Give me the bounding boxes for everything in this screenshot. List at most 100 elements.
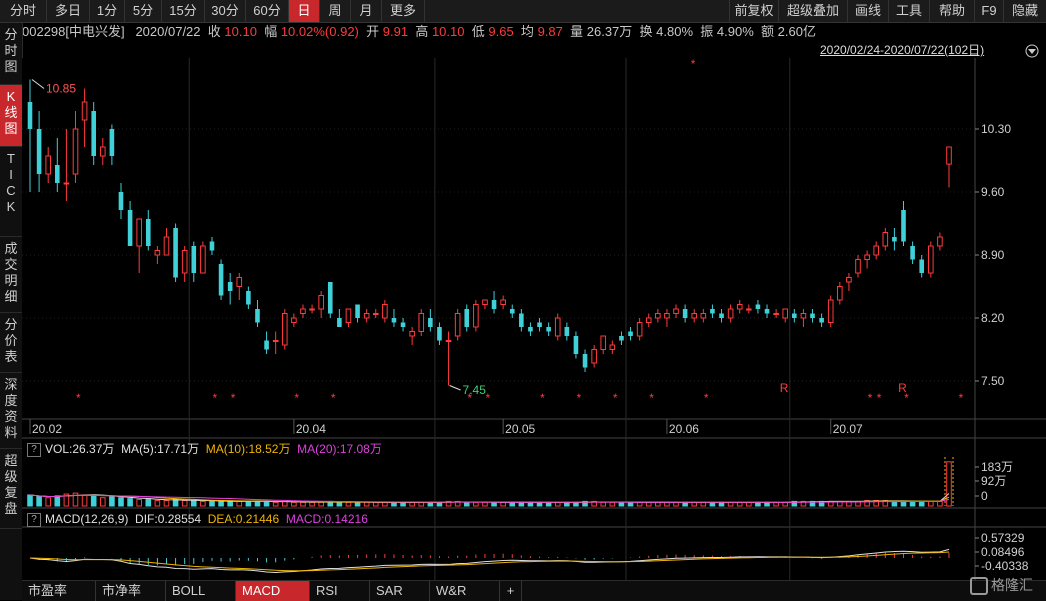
candle-body: [656, 314, 661, 319]
candle-body: [510, 309, 515, 314]
indicator-tab-6[interactable]: W&R: [430, 581, 500, 601]
open-label: 开: [366, 24, 379, 39]
volume-bar: [674, 502, 679, 506]
toolbar-button-5[interactable]: F9: [974, 0, 1004, 22]
indicator-tab-3[interactable]: MACD: [236, 581, 310, 601]
toolbar-button-4[interactable]: 帮助: [929, 0, 975, 22]
macd-value: MACD:0.14216: [286, 512, 368, 526]
amplitude-value: 4.90%: [717, 24, 754, 39]
volume-bar: [191, 500, 196, 506]
toolbar-button-0[interactable]: 前复权: [729, 0, 779, 22]
period-tab-2[interactable]: 1分: [90, 0, 125, 22]
vol-tick-label: 0: [981, 489, 988, 503]
volume-bar: [128, 499, 133, 506]
indicator-tab-2[interactable]: BOLL: [166, 581, 236, 601]
volume-bar: [301, 502, 306, 506]
indicator-tab-1[interactable]: 市净率: [96, 581, 166, 601]
candle-body: [373, 314, 378, 315]
turnover-label: 换: [640, 24, 653, 39]
volume-bar: [783, 502, 788, 506]
help-icon[interactable]: ?: [27, 443, 41, 457]
volume-bar: [37, 497, 42, 506]
volume-bar: [537, 502, 542, 506]
event-star: *: [868, 391, 873, 405]
candle-body: [883, 233, 888, 247]
candle-body: [783, 309, 788, 318]
amplitude-label: 振: [700, 24, 713, 39]
volume-bar: [728, 502, 733, 506]
volume-bar: [292, 502, 297, 506]
candle-body: [601, 336, 606, 350]
candle-body: [701, 314, 706, 319]
candle-body: [191, 246, 196, 273]
date-range[interactable]: 2020/02/24-2020/07/22(102日): [820, 43, 1025, 58]
indicator-tab-7[interactable]: +: [500, 581, 522, 601]
period-tab-9[interactable]: 月: [351, 0, 382, 22]
event-star: *: [486, 391, 491, 405]
rail-tab-5[interactable]: 深度资料: [0, 373, 22, 449]
watermark-text: 格隆汇: [991, 577, 1033, 593]
volume-bar: [346, 502, 351, 506]
candle-body: [637, 323, 642, 337]
volume-bar: [464, 502, 469, 506]
volume-bar: [419, 502, 424, 506]
candle-body: [428, 318, 433, 327]
rail-tab-0[interactable]: 分时图: [0, 23, 22, 85]
rail-tab-2[interactable]: TICK: [0, 147, 22, 237]
stock-chart: 10.309.608.908.207.5010.857.45**********…: [22, 58, 1046, 580]
volume-bar: [555, 502, 560, 506]
period-tab-5[interactable]: 30分: [205, 0, 246, 22]
candle-body: [219, 264, 224, 296]
period-tab-3[interactable]: 5分: [125, 0, 162, 22]
settings-dropdown-icon[interactable]: [1024, 43, 1040, 59]
toolbar-button-6[interactable]: 隐藏: [1003, 0, 1046, 22]
candle-body: [419, 314, 424, 332]
period-tab-8[interactable]: 周: [320, 0, 351, 22]
period-tab-6[interactable]: 60分: [246, 0, 289, 22]
volume-bar: [546, 502, 551, 506]
volume-bar: [656, 502, 661, 506]
candle-body: [474, 305, 479, 328]
candle-body: [819, 318, 824, 323]
candle-body: [237, 278, 242, 287]
close-value: 10.10: [224, 24, 257, 39]
volume-bar: [46, 498, 51, 506]
toolbar-button-1[interactable]: 超级叠加: [778, 0, 848, 22]
candle-body: [555, 318, 560, 336]
watermark-logo-icon: [970, 577, 988, 595]
rail-tab-1[interactable]: K线图: [0, 85, 22, 147]
rail-tab-3[interactable]: 成交明细: [0, 237, 22, 313]
rail-tab-6[interactable]: 超级复盘: [0, 449, 22, 529]
volume-bar: [483, 502, 488, 506]
rail-tab-4[interactable]: 分价表: [0, 313, 22, 373]
period-tab-10[interactable]: 更多: [382, 0, 425, 22]
volume-bar: [410, 502, 415, 506]
candle-body: [455, 314, 460, 337]
candle-body: [110, 129, 115, 156]
volume-bar: [710, 502, 715, 506]
volume-bar: [428, 502, 433, 506]
change-value: 10.02%(0.92): [281, 24, 359, 39]
help-icon[interactable]: ?: [27, 513, 41, 527]
volume-bar: [100, 498, 105, 506]
price-tick-label: 7.50: [981, 374, 1005, 388]
period-tab-0[interactable]: 分时: [0, 0, 47, 22]
period-tab-1[interactable]: 多日: [47, 0, 90, 22]
price-tick-label: 10.30: [981, 122, 1011, 136]
indicator-tab-0[interactable]: 市盈率: [22, 581, 96, 601]
toolbar-button-2[interactable]: 画线: [847, 0, 889, 22]
period-tab-4[interactable]: 15分: [162, 0, 205, 22]
candle-body: [519, 314, 524, 328]
candle-body: [273, 341, 278, 342]
candle-body: [583, 354, 588, 368]
indicator-tab-5[interactable]: SAR: [370, 581, 430, 601]
macd-tick-label: 0.57329: [981, 531, 1025, 545]
indicator-tab-4[interactable]: RSI: [310, 581, 370, 601]
low-label: 低: [472, 24, 485, 39]
volume-bar: [28, 495, 33, 506]
period-tab-7[interactable]: 日: [289, 0, 320, 22]
toolbar-button-3[interactable]: 工具: [888, 0, 930, 22]
volume-bar: [264, 501, 269, 506]
event-star: *: [959, 391, 964, 405]
event-star: *: [213, 391, 218, 405]
